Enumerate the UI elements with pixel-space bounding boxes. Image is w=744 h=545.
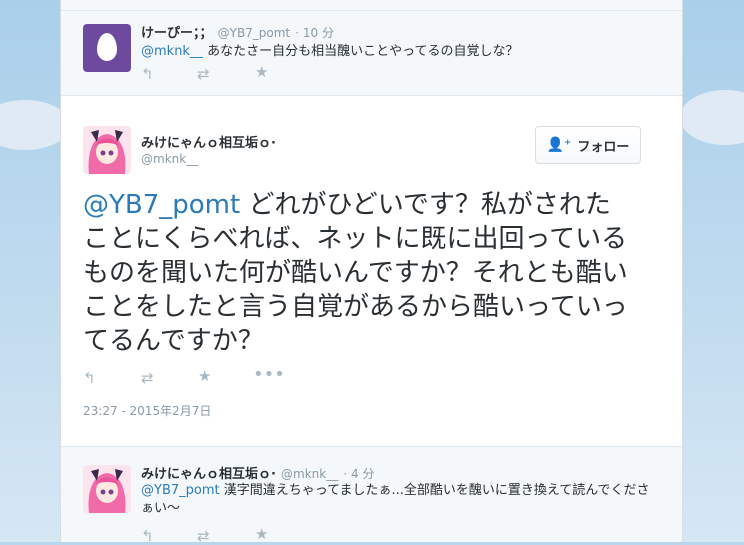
author-handle[interactable]: @mknk__ [281,467,338,481]
mention-link[interactable]: @YB7_pomt [83,190,240,220]
author-handle[interactable]: @YB7_pomt [218,26,291,40]
star-icon[interactable]: ★ [198,367,211,385]
divider [61,10,682,11]
reply-icon[interactable]: ↰ [141,527,154,545]
retweet-icon[interactable]: ⇄ [141,369,154,387]
tweet-text: @YB7_pomt 漢字間違えちゃってましたぁ...全部酷いを醜いに置き換えて読… [141,482,661,518]
mention-link[interactable]: @YB7_pomt [141,483,220,498]
author-name[interactable]: みけにゃんｏ相互垢ｏ· [141,132,276,151]
parent-tweet[interactable]: けーぴー；； @YB7_pomt · 10 分 @mknk__ あなたさー自分も… [61,0,682,96]
tweet-body: あなたさー自分も相当醜いことやってるの自覚しな？ [202,44,519,59]
more-icon[interactable]: ••• [253,364,285,385]
add-user-icon: 👤⁺ [546,137,572,153]
main-tweet: みけにゃんｏ相互垢ｏ· @mknk__ 👤⁺ フォロー @YB7_pomt どれ… [61,96,682,447]
tweet-text: @YB7_pomt どれがひどいです？私がされたことにくらべれば、ネットに既に出… [83,188,631,358]
author-handle[interactable]: @mknk__ [141,152,198,166]
follow-button[interactable]: 👤⁺ フォロー [535,126,641,164]
follow-label: フォロー [577,139,630,155]
reply-icon[interactable]: ↰ [83,369,96,387]
avatar[interactable] [83,24,131,72]
reply-icon[interactable]: ↰ [141,65,154,83]
reply-tweet[interactable]: みけにゃんｏ相互垢ｏ· @mknk__ · 4 分 @YB7_pomt 漢字間違… [61,447,682,545]
tweet-time[interactable]: · 10 分 [295,26,334,40]
tweet-timestamp[interactable]: 23:27 - 2015年2月7日 [83,402,211,419]
author-name[interactable]: みけにゃんｏ相互垢ｏ· [141,467,276,482]
tweet-text: @mknk__ あなたさー自分も相当醜いことやってるの自覚しな？ [141,40,518,59]
tweet-time[interactable]: · 4 分 [343,467,374,481]
star-icon[interactable]: ★ [255,63,268,81]
avatar[interactable] [83,126,131,174]
avatar[interactable] [83,465,131,513]
mention-link[interactable]: @mknk__ [141,44,203,59]
author-name[interactable]: けーぴー；； [141,26,213,41]
tweet-permalink-card: けーぴー；； @YB7_pomt · 10 分 @mknk__ あなたさー自分も… [60,0,683,545]
egg-icon [97,33,117,61]
star-icon[interactable]: ★ [255,525,268,543]
retweet-icon[interactable]: ⇄ [197,65,210,83]
retweet-icon[interactable]: ⇄ [197,527,210,545]
